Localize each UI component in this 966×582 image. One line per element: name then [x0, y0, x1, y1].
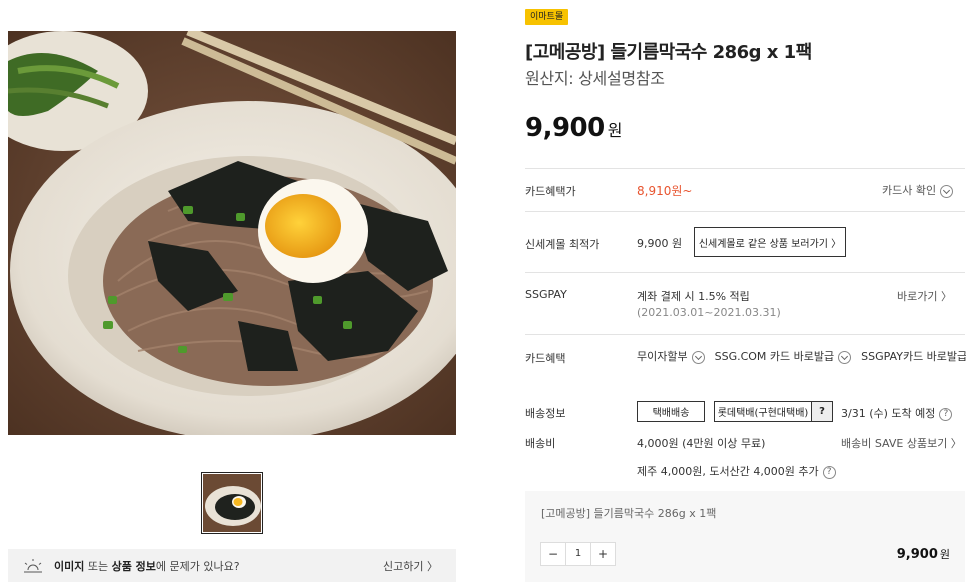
ssgpay-card-issue-item[interactable]: SSGPAY카드 바로발급	[861, 348, 966, 364]
chevron-down-icon	[940, 184, 954, 198]
chevron-down-icon	[691, 350, 705, 364]
increase-button[interactable]: +	[591, 543, 615, 565]
shinsegae-mall-button[interactable]: 신세계몰로 같은 상품 보러가기 〉	[694, 227, 846, 257]
lightbulb-icon	[24, 558, 42, 572]
courier-help-icon[interactable]: ?	[811, 402, 832, 421]
report-link[interactable]: 신고하기 〉	[383, 558, 438, 574]
ssgpay-go-link[interactable]: 바로가기 〉	[897, 288, 952, 304]
report-message: 이미지 또는 상품 정보에 문제가 있나요?	[54, 559, 240, 573]
divider	[525, 168, 965, 169]
shipping-info-label: 배송정보	[525, 407, 566, 420]
help-icon[interactable]: ?	[939, 407, 953, 421]
lowest-price-label: 신세계몰 최적가	[525, 238, 600, 251]
ssgpay-label: SSGPAY	[525, 288, 567, 301]
shipping-fee-label: 배송비	[525, 437, 556, 450]
chevron-down-icon	[838, 350, 852, 364]
card-company-check-link[interactable]: 카드사 확인	[882, 182, 954, 198]
installment-item[interactable]: 무이자할부	[637, 348, 705, 364]
product-thumbnail[interactable]	[201, 472, 263, 534]
lowest-price-value: 9,900 원	[637, 237, 683, 250]
shipping-extra: 제주 4,000원, 도서산간 4,000원 추가?	[637, 463, 836, 479]
card-discount-label: 카드혜택가	[525, 185, 576, 198]
report-problem-bar: 이미지 또는 상품 정보에 문제가 있나요? 신고하기 〉	[8, 549, 456, 582]
ssg-card-issue-item[interactable]: SSG.COM 카드 바로발급	[715, 348, 852, 364]
card-benefit-list: 무이자할부 SSG.COM 카드 바로발급 SSGPAY카드 바로발급	[637, 348, 966, 364]
order-summary: [고메공방] 들기름막국수 286g x 1팩 − 1 + 9,900 원	[525, 491, 965, 582]
divider	[525, 272, 965, 273]
product-price: 9,900 원	[525, 113, 622, 143]
quantity-stepper: − 1 +	[540, 542, 616, 566]
delivery-eta: 3/31 (수) 도착 예정?	[841, 405, 953, 421]
ssgpay-period: (2021.03.01~2021.03.31)	[637, 306, 781, 319]
divider	[525, 211, 965, 212]
card-discount-value: 8,910원~	[637, 184, 693, 198]
store-badge: 이마트몰	[525, 9, 569, 25]
divider	[525, 334, 965, 335]
product-title: [고메공방] 들기름막국수 286g x 1팩	[525, 42, 812, 63]
quantity-value[interactable]: 1	[565, 543, 591, 565]
summary-price: 9,900 원	[896, 547, 950, 562]
shipping-fee-value: 4,000원 (4만원 이상 무료)	[637, 437, 766, 450]
card-benefit-label: 카드혜택	[525, 352, 566, 365]
product-main-image	[8, 31, 456, 435]
help-icon[interactable]: ?	[822, 465, 836, 479]
courier-button[interactable]: 롯데택배(구현대택배) ?	[714, 401, 833, 422]
parcel-delivery-button[interactable]: 택배배송	[637, 401, 705, 422]
shipping-save-link[interactable]: 배송비 SAVE 상품보기 〉	[841, 435, 962, 451]
summary-product-name: [고메공방] 들기름막국수 286g x 1팩	[541, 507, 717, 520]
product-origin: 원산지: 상세설명참조	[525, 69, 665, 88]
decrease-button[interactable]: −	[541, 543, 565, 565]
ssgpay-value: 계좌 결제 시 1.5% 적립	[637, 290, 750, 303]
